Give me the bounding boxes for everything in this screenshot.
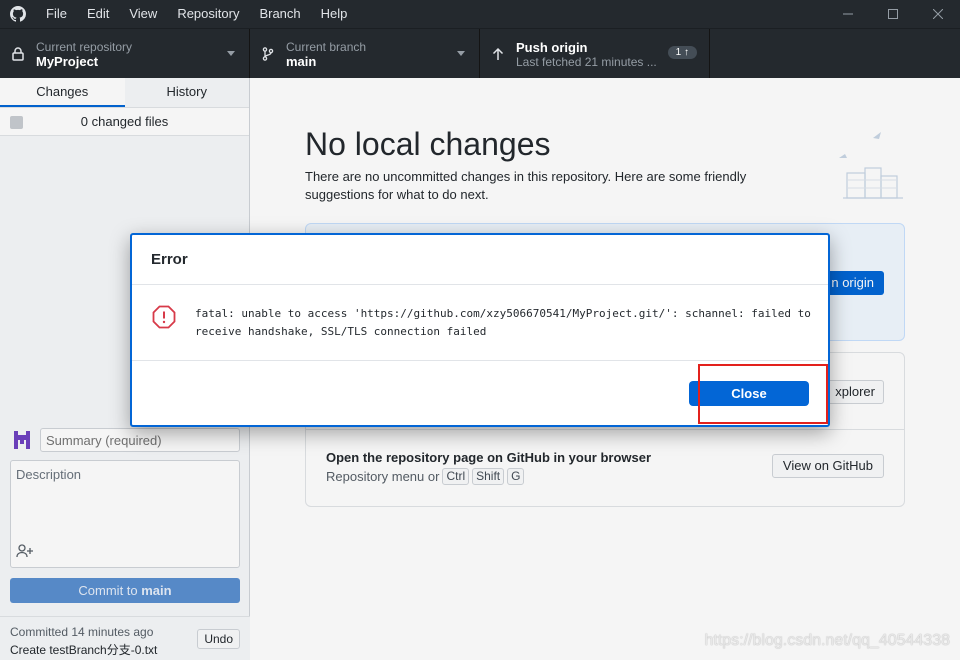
title-bar: File Edit View Repository Branch Help [0, 0, 960, 28]
repo-label: Current repository [36, 39, 133, 54]
menu-repository[interactable]: Repository [167, 0, 249, 28]
lock-icon [0, 47, 36, 61]
current-branch-dropdown[interactable]: Current branch main [250, 29, 480, 79]
close-window-icon[interactable] [915, 0, 960, 28]
arrow-up-icon [480, 47, 516, 61]
branch-label: Current branch [286, 39, 367, 54]
menu-file[interactable]: File [36, 0, 77, 28]
toolbar: Current repository MyProject Current bra… [0, 28, 960, 79]
push-label: Push origin [516, 39, 588, 55]
stop-error-icon [152, 305, 176, 332]
push-count-badge: 1 ↑ [667, 46, 697, 59]
highlight-annotation [698, 364, 828, 424]
branch-icon [250, 47, 286, 61]
menu-bar: File Edit View Repository Branch Help [36, 0, 357, 28]
menu-branch[interactable]: Branch [249, 0, 310, 28]
dialog-title: Error [151, 251, 188, 268]
watermark: https://blog.csdn.net/qq_40544338 [704, 632, 950, 649]
menu-view[interactable]: View [119, 0, 167, 28]
repo-name: MyProject [36, 53, 99, 69]
window-controls [825, 0, 960, 28]
minimize-icon[interactable] [825, 0, 870, 28]
current-repository-dropdown[interactable]: Current repository MyProject [0, 29, 250, 79]
push-subtitle: Last fetched 21 minutes ... [516, 54, 657, 69]
push-origin-button[interactable]: Push origin Last fetched 21 minutes ... … [480, 29, 710, 79]
error-message: fatal: unable to access 'https://github.… [195, 307, 811, 338]
menu-edit[interactable]: Edit [77, 0, 119, 28]
menu-help[interactable]: Help [311, 0, 358, 28]
branch-name: main [286, 53, 317, 69]
chevron-down-icon [227, 51, 235, 56]
dialog-body: fatal: unable to access 'https://github.… [132, 285, 828, 361]
chevron-down-icon [457, 51, 465, 56]
dialog-header: Error [132, 235, 828, 285]
maximize-icon[interactable] [870, 0, 915, 28]
github-logo-icon [0, 0, 36, 28]
